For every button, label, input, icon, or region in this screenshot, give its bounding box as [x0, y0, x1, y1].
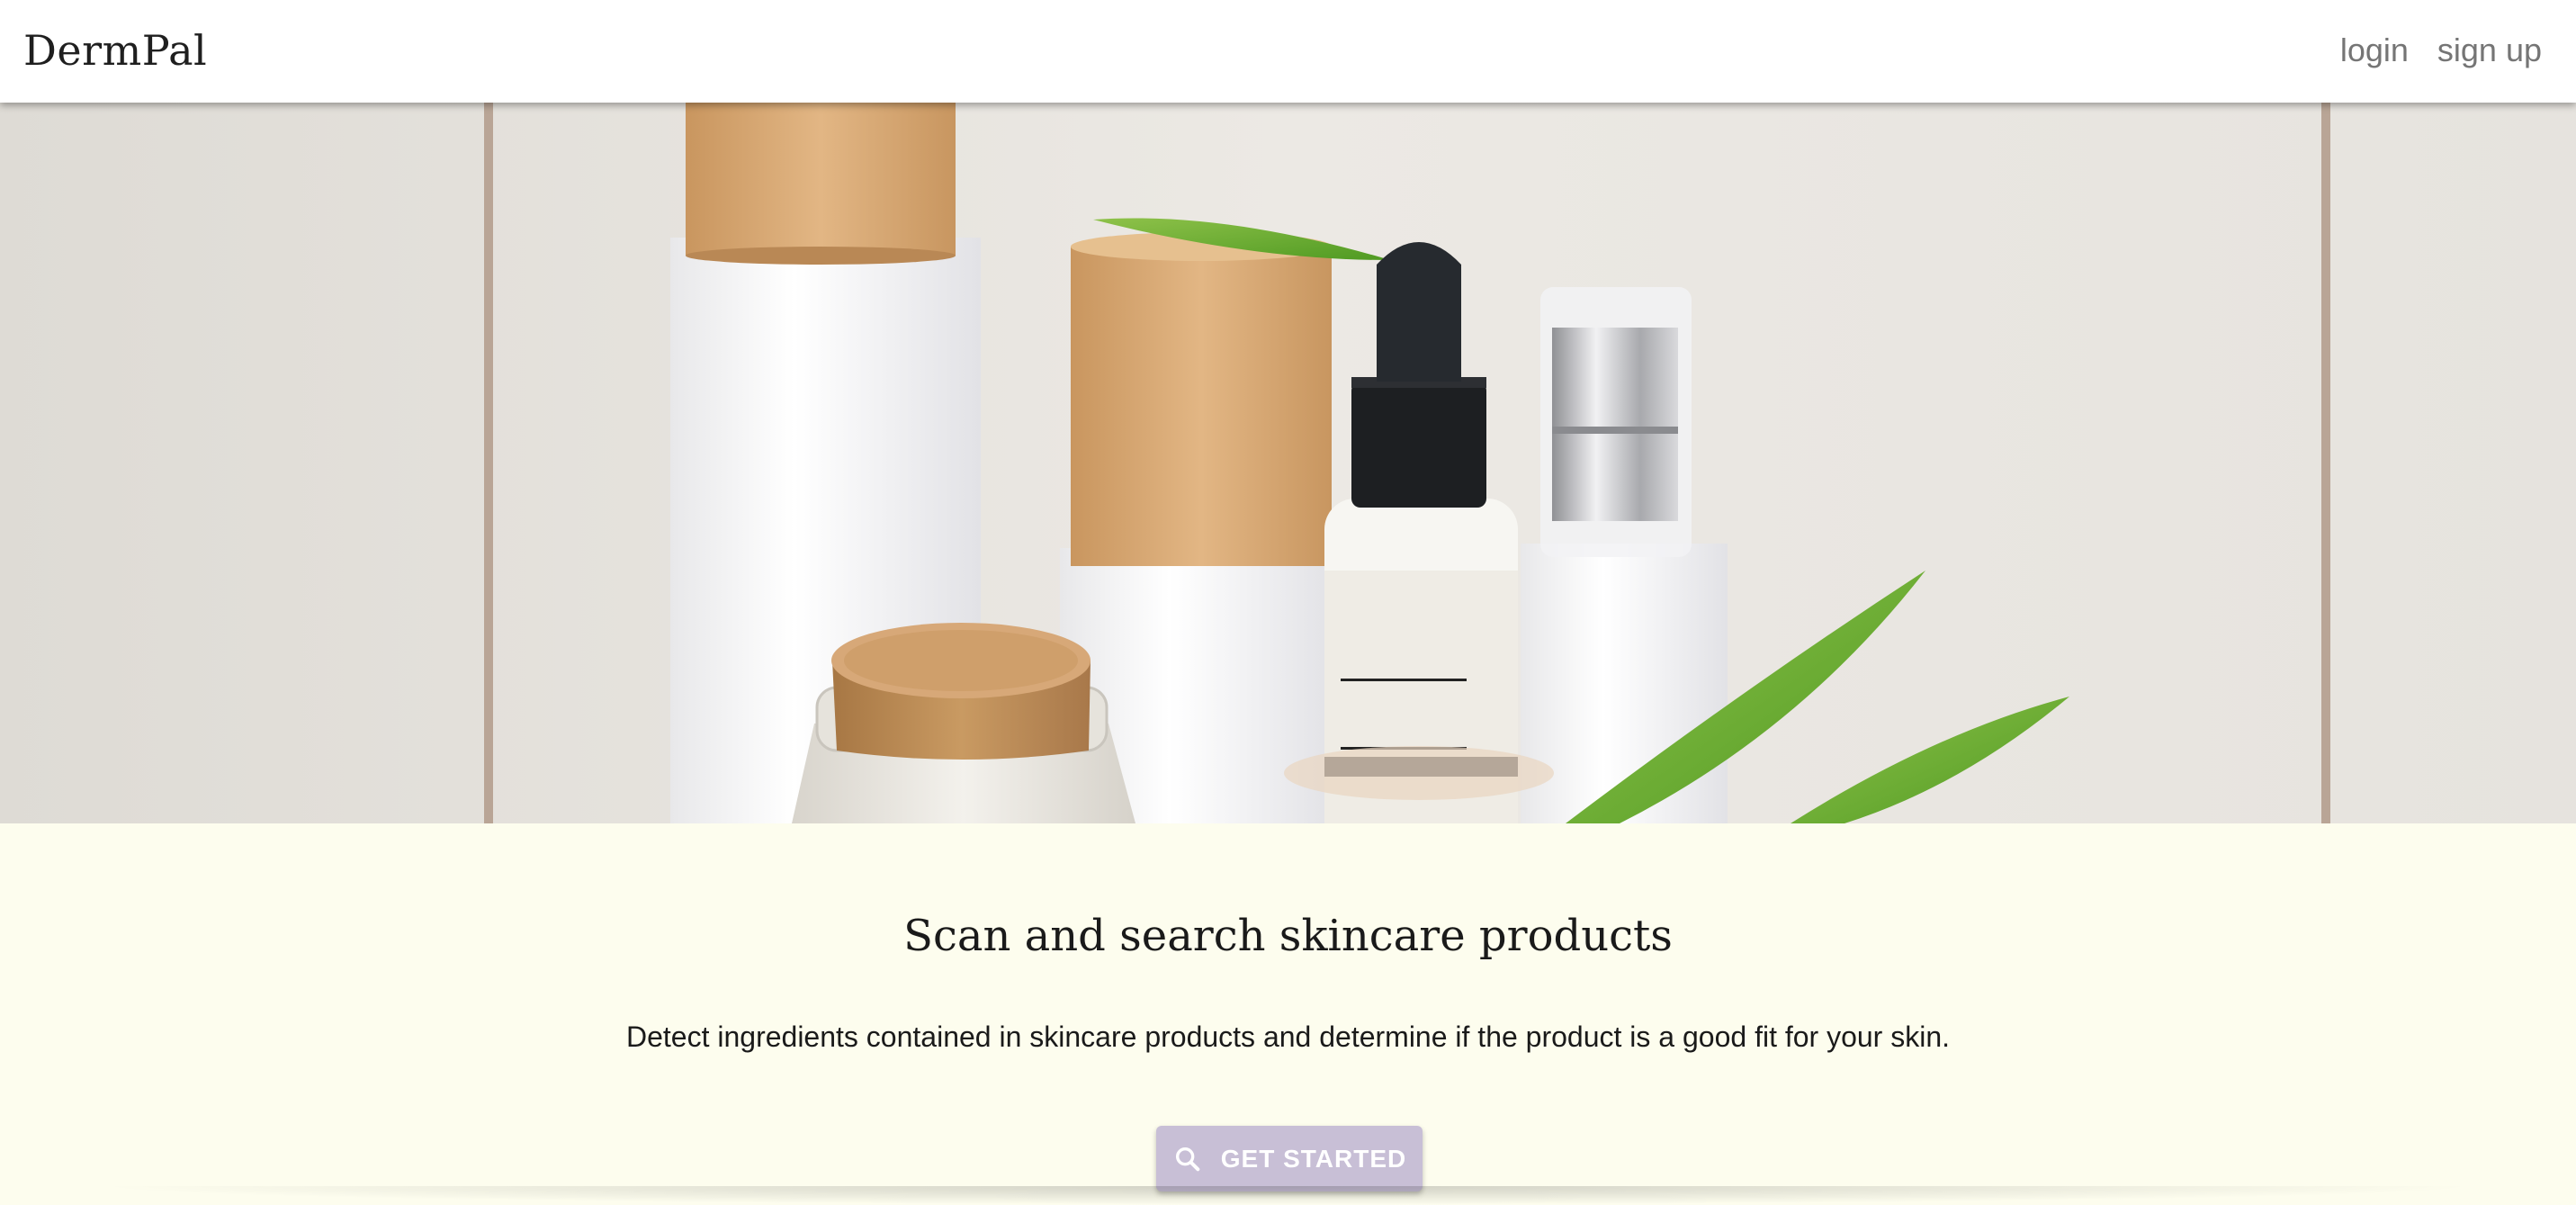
page-description: Detect ingredients contained in skincare… — [625, 1021, 1951, 1053]
top-navbar: DermPal login sign up — [0, 0, 2576, 103]
brand-logo[interactable]: DermPal — [23, 23, 207, 77]
skincare-products-photo — [0, 103, 2576, 823]
hero-image — [0, 103, 2576, 823]
signup-link[interactable]: sign up — [2437, 25, 2542, 76]
login-link[interactable]: login — [2340, 25, 2409, 76]
bottom-shadow — [90, 1186, 2486, 1205]
search-icon — [1175, 1147, 1200, 1171]
page-headline: Scan and search skincare products — [903, 911, 1673, 961]
get-started-button[interactable]: GET STARTED — [1156, 1126, 1423, 1192]
nav-links: login sign up — [2340, 25, 2542, 76]
get-started-label: GET STARTED — [1220, 1144, 1407, 1173]
